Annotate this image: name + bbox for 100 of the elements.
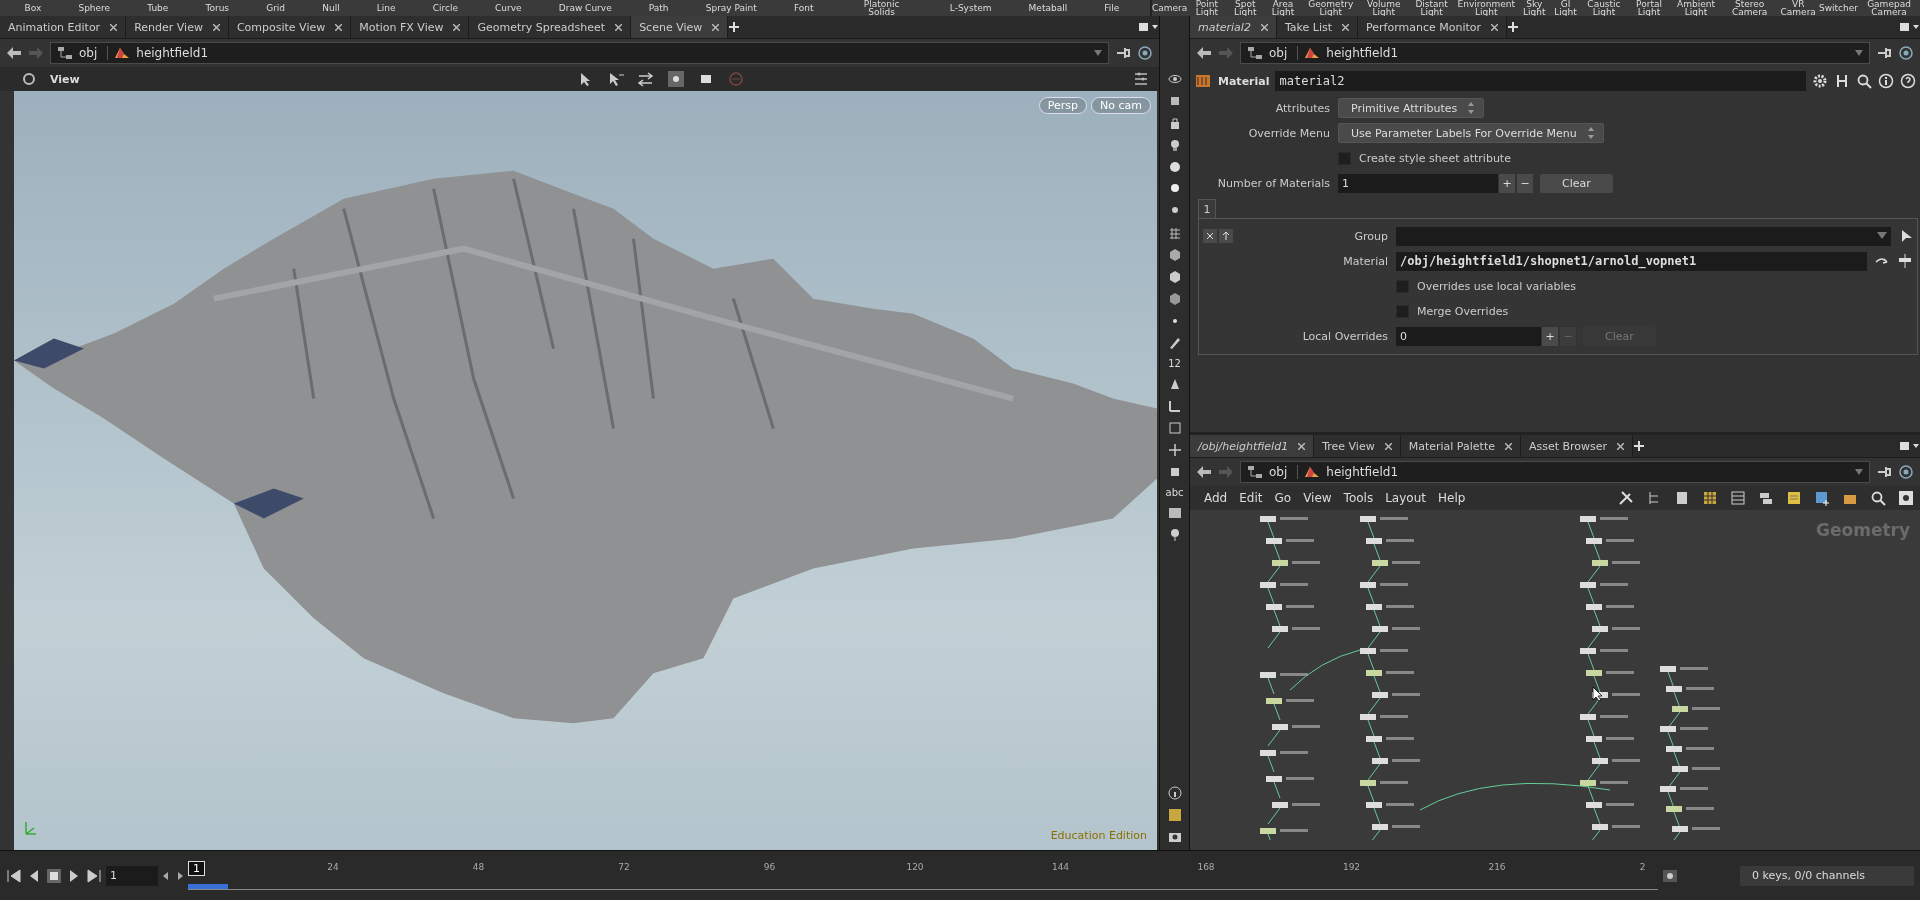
network-node[interactable] [1260,828,1308,834]
jump-end-icon[interactable] [86,867,102,884]
close-icon[interactable] [335,23,343,31]
network-node[interactable] [1580,582,1628,588]
stop-icon[interactable] [46,867,62,884]
gear-icon[interactable] [1812,73,1828,89]
close-icon[interactable] [1617,442,1625,450]
shelf-tool[interactable]: Tube [147,4,169,12]
dropdown-icon[interactable] [1855,50,1863,56]
shelf-tool[interactable]: Grid [266,4,286,12]
network-node[interactable] [1260,516,1308,522]
network-node[interactable] [1586,670,1634,676]
shelf-tool[interactable]: Torus [205,4,230,12]
network-node[interactable] [1580,648,1628,654]
close-icon[interactable] [1260,23,1268,31]
toolbar-text[interactable]: abc [1165,487,1184,498]
shelf-tool[interactable]: File [1104,4,1120,12]
cube-icon[interactable] [1167,248,1182,262]
network-node[interactable] [1366,802,1414,808]
pane-tab[interactable]: Asset Browser [1520,435,1634,457]
clear-button[interactable]: Clear [1540,174,1613,193]
toolbar-number[interactable]: 12 [1168,358,1181,369]
pane-tab[interactable]: Render View [126,16,229,38]
back-arrow-icon[interactable] [1196,465,1212,479]
close-icon[interactable] [1342,23,1350,31]
shelf-tool[interactable]: Spray Paint [705,4,757,12]
shelf-tool[interactable]: Ambient Light [1670,0,1722,16]
network-node[interactable] [1672,766,1720,772]
pane-tab[interactable]: Performance Monitor [1358,16,1508,38]
pen-icon[interactable] [1167,336,1182,350]
view-menu-icon[interactable] [22,72,36,86]
dropdown-icon[interactable] [1877,232,1887,240]
insert-instance-icon[interactable] [1219,229,1233,243]
shelf-tool[interactable]: Sphere [78,4,111,12]
menu-item[interactable]: Tools [1343,491,1374,505]
menu-item[interactable]: Help [1437,491,1466,505]
path-segment[interactable]: obj [1269,46,1288,60]
path-field[interactable]: obj heightfield1 [50,42,1109,64]
frame-field[interactable]: 1 [106,865,158,886]
network-node[interactable] [1580,780,1628,786]
shelf-tool[interactable]: Volume Light [1359,0,1408,16]
shelf-tool[interactable]: Camera [1152,4,1188,12]
network-node[interactable] [1592,560,1640,566]
shelf-tool[interactable]: Box [24,4,42,12]
pane-tab[interactable]: Take List [1276,16,1359,38]
target-icon[interactable] [1137,45,1153,61]
close-icon[interactable] [1384,442,1392,450]
chooser-icon[interactable] [1897,254,1913,268]
keys-icon[interactable] [1662,867,1678,884]
pin-icon[interactable] [1876,45,1892,61]
shelf-tool[interactable]: Line [376,4,396,12]
close-icon[interactable] [615,23,623,31]
pane-tab[interactable]: Material Palette [1400,435,1521,457]
back-arrow-icon[interactable] [6,46,22,60]
network-node[interactable] [1580,714,1628,720]
network-node[interactable] [1586,736,1634,742]
pane-tab[interactable]: Tree View [1314,435,1401,457]
pin-icon[interactable] [1115,45,1131,61]
target-icon[interactable] [1898,464,1914,480]
display-options-icon[interactable] [1133,71,1149,87]
dropdown-icon[interactable] [1855,469,1863,475]
shelf-tool[interactable]: Curve [495,4,522,12]
network-node[interactable] [1660,666,1708,672]
image-icon[interactable] [1167,506,1182,520]
pane-tab[interactable]: Scene View [631,16,729,38]
network-node[interactable] [1266,698,1314,704]
shelf-tool[interactable]: Circle [432,4,458,12]
pane-tab[interactable]: material2 [1190,16,1277,38]
network-node[interactable] [1672,826,1720,832]
shelf-tool[interactable]: Sky Light [1517,0,1552,16]
menu-item[interactable]: Go [1274,491,1292,505]
close-icon[interactable] [110,23,118,31]
remove-instance-icon[interactable] [1203,229,1217,243]
search-icon[interactable] [1856,73,1872,89]
pane-tab[interactable]: Composite View [228,16,352,38]
cube-icon[interactable] [1167,270,1182,284]
network-node[interactable] [1372,758,1420,764]
shelf-tool[interactable]: Metaball [1028,4,1068,12]
close-icon[interactable] [212,23,220,31]
path-segment[interactable]: heightfield1 [1326,46,1399,60]
table-icon[interactable] [1730,490,1746,506]
network-node[interactable] [1366,670,1414,676]
network-node[interactable] [1586,538,1634,544]
network-node[interactable] [1272,560,1320,566]
help-h-icon[interactable] [1834,73,1850,89]
add-button[interactable]: + [1498,173,1516,194]
dropdown-menu[interactable]: Primitive Attributes [1338,98,1485,118]
pane-tab[interactable]: Geometry Spreadsheet [469,16,632,38]
network-node[interactable] [1660,786,1708,792]
shelf-tool[interactable]: Portal Light [1628,0,1671,16]
network-node[interactable] [1260,750,1308,756]
info-icon[interactable] [1167,786,1182,800]
timeline-ruler[interactable]: 1 24 48 72 96 120 144 168 192 216 2 [188,861,1658,890]
shelf-tool[interactable]: Gamepad Camera [1858,0,1920,16]
sphere-icon[interactable] [1167,160,1182,174]
network-node[interactable] [1672,706,1720,712]
path-segment[interactable]: heightfield1 [1326,465,1399,479]
folder-tab[interactable]: 1 [1198,199,1216,218]
group-field[interactable] [1396,226,1891,246]
handle-arrows-icon[interactable] [637,71,654,87]
